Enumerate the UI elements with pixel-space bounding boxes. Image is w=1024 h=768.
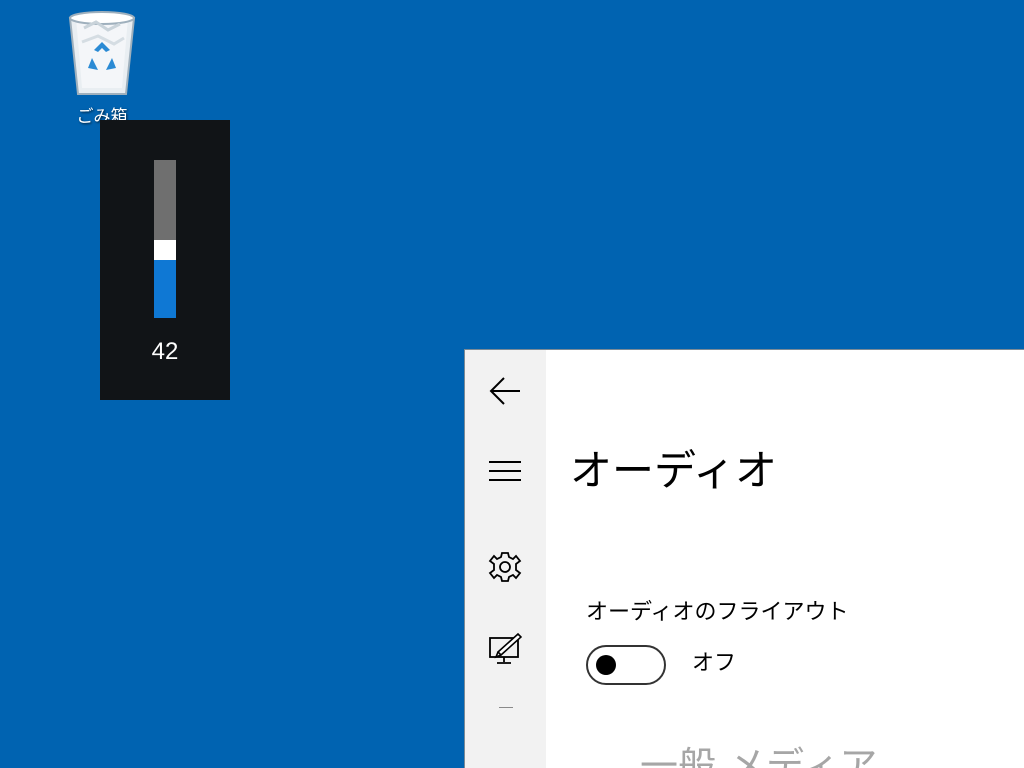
- back-button[interactable]: [485, 371, 525, 411]
- page-title: オーディオ: [570, 446, 778, 495]
- section-heading: 一般 メディア: [640, 744, 878, 768]
- toggle-state-text: オフ: [692, 651, 737, 676]
- nav-settings-button[interactable]: [485, 547, 525, 587]
- back-arrow-icon: [489, 377, 520, 405]
- audio-flyout-toggle[interactable]: [586, 645, 666, 685]
- nav-rail: [465, 350, 546, 768]
- hamburger-menu-icon: [489, 461, 521, 481]
- volume-slider-fill: [154, 260, 176, 318]
- gear-icon: [488, 552, 522, 582]
- nav-divider: [499, 707, 513, 708]
- menu-button[interactable]: [485, 451, 525, 491]
- nav-display-button[interactable]: [485, 629, 525, 669]
- audio-flyout-label: オーディオのフライアウト: [586, 600, 849, 625]
- recycle-bin-desktop-icon[interactable]: ごみ箱: [60, 8, 144, 128]
- volume-slider-thumb[interactable]: [154, 240, 176, 260]
- volume-value: 42: [151, 338, 179, 365]
- volume-flyout: 42: [100, 120, 230, 400]
- volume-slider-track[interactable]: [154, 160, 176, 318]
- monitor-pen-icon: [489, 632, 522, 664]
- toggle-knob: [596, 655, 616, 675]
- recycle-bin-icon: [68, 11, 136, 95]
- settings-window: オーディオ オーディオのフライアウト オフ 一般 メディア: [464, 349, 1024, 768]
